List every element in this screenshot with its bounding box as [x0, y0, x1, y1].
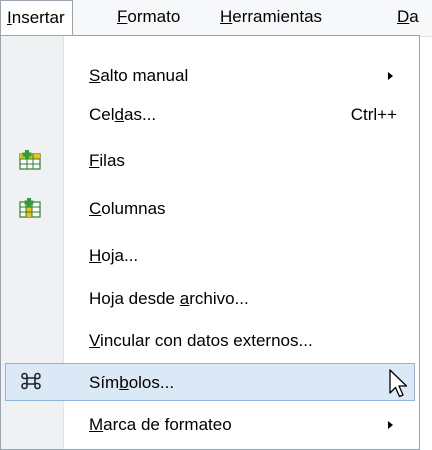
menu-item-label: Columnas [89, 199, 166, 218]
insert-menu-dropdown: Salto manual Celdas... Ctrl++ Filas Colu… [0, 35, 420, 450]
menu-formato-mnemonic: F [117, 7, 128, 26]
menu-item-vincular-datos-externos[interactable]: Vincular con datos externos... [1, 322, 419, 360]
menu-item-shortcut: Ctrl++ [350, 105, 397, 124]
menu-item-marca-de-formateo[interactable]: Marca de formateo [1, 406, 419, 444]
submenu-arrow-icon [388, 72, 393, 80]
menu-herramientas-label-post: erramientas [232, 7, 323, 26]
menu-insertar[interactable]: Insertar [0, 0, 73, 37]
menu-datos-mnemonic: D [397, 7, 410, 26]
menu-item-celdas[interactable]: Celdas... Ctrl++ [1, 96, 419, 134]
insert-rows-icon [19, 150, 41, 170]
menu-item-filas[interactable]: Filas [1, 142, 419, 180]
command-symbol-icon [21, 372, 41, 390]
menu-item-columnas[interactable]: Columnas [1, 190, 419, 228]
menu-herramientas[interactable]: Herramientas [220, 0, 322, 36]
menu-item-label: Filas [89, 151, 125, 170]
menu-item-label: Marca de formateo [89, 415, 232, 434]
menu-datos-label-post: a [409, 7, 419, 26]
menu-item-label: Salto manual [89, 66, 189, 85]
menu-item-simbolos[interactable]: Símbolos... [5, 363, 415, 401]
menu-bar: Insertar Formato Herramientas Da [0, 0, 432, 37]
submenu-arrow-icon [388, 421, 393, 429]
menu-formato[interactable]: Formato [117, 0, 180, 36]
menu-datos[interactable]: Da [397, 0, 419, 36]
menu-item-label: Símbolos... [89, 373, 175, 392]
menu-item-label: Hoja... [89, 246, 139, 265]
menu-item-label: Vincular con datos externos... [89, 331, 313, 350]
menu-item-label: Hoja desde archivo... [89, 289, 249, 308]
mouse-pointer-icon [389, 369, 408, 398]
menu-item-hoja[interactable]: Hoja... [1, 237, 419, 275]
menu-item-hoja-desde-archivo[interactable]: Hoja desde archivo... [1, 280, 419, 318]
menu-herramientas-mnemonic: H [220, 7, 233, 26]
menu-insertar-label-post: nsertar [11, 8, 65, 27]
insert-columns-icon [19, 198, 41, 218]
menu-item-label: Celdas... [89, 105, 157, 124]
menu-item-salto-manual[interactable]: Salto manual [1, 57, 419, 95]
menu-formato-label-post: ormato [127, 7, 181, 26]
